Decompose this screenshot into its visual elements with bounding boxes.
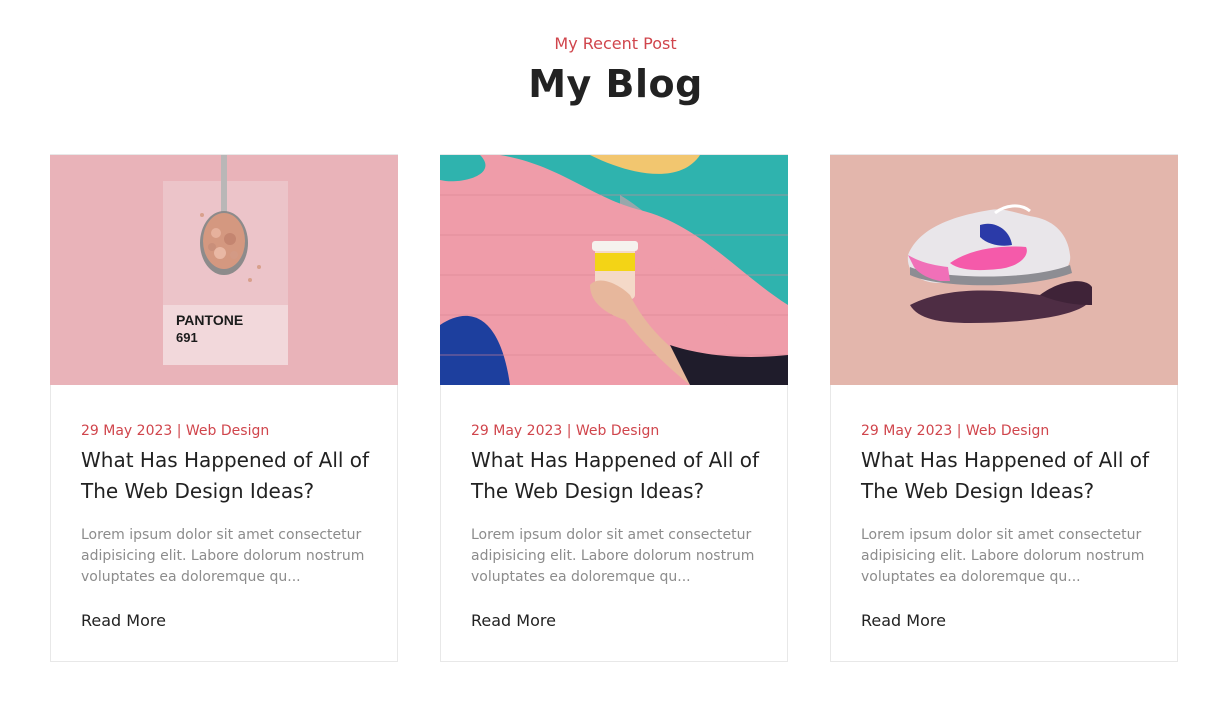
post-image-coffee-wall[interactable] xyxy=(440,155,788,385)
post-title[interactable]: What Has Happened of All of The Web Desi… xyxy=(81,445,381,507)
blog-card: 29 May 2023 | Web Design What Has Happen… xyxy=(830,154,1178,662)
post-image-pantone[interactable]: PANTONE 691 xyxy=(50,155,398,385)
blog-card-list: PANTONE 691 29 May 2023 | Web Design Wha… xyxy=(50,154,1180,664)
post-title[interactable]: What Has Happened of All of The Web Desi… xyxy=(471,445,771,507)
read-more-link[interactable]: Read More xyxy=(81,611,166,630)
read-more-link[interactable]: Read More xyxy=(471,611,556,630)
post-excerpt: Lorem ipsum dolor sit amet consectetur a… xyxy=(861,527,1145,585)
coffee-wall-image xyxy=(440,155,788,385)
pantone-label: PANTONE xyxy=(176,312,243,328)
section-eyebrow: My Recent Post xyxy=(554,34,677,53)
post-image-sneaker[interactable] xyxy=(830,155,1178,385)
pantone-code: 691 xyxy=(176,330,198,345)
post-meta[interactable]: 29 May 2023 | Web Design xyxy=(81,423,269,439)
blog-card: PANTONE 691 29 May 2023 | Web Design Wha… xyxy=(50,154,398,662)
post-meta[interactable]: 29 May 2023 | Web Design xyxy=(861,423,1049,439)
post-excerpt: Lorem ipsum dolor sit amet consectetur a… xyxy=(81,527,365,585)
read-more-link[interactable]: Read More xyxy=(861,611,946,630)
section-title: My Blog xyxy=(528,62,703,106)
blog-card: 29 May 2023 | Web Design What Has Happen… xyxy=(440,154,788,662)
post-meta[interactable]: 29 May 2023 | Web Design xyxy=(471,423,659,439)
sneaker-hand-image xyxy=(830,155,1178,385)
pantone-spoon-image: PANTONE 691 xyxy=(50,155,398,385)
post-title[interactable]: What Has Happened of All of The Web Desi… xyxy=(861,445,1161,507)
post-excerpt: Lorem ipsum dolor sit amet consectetur a… xyxy=(471,527,755,585)
